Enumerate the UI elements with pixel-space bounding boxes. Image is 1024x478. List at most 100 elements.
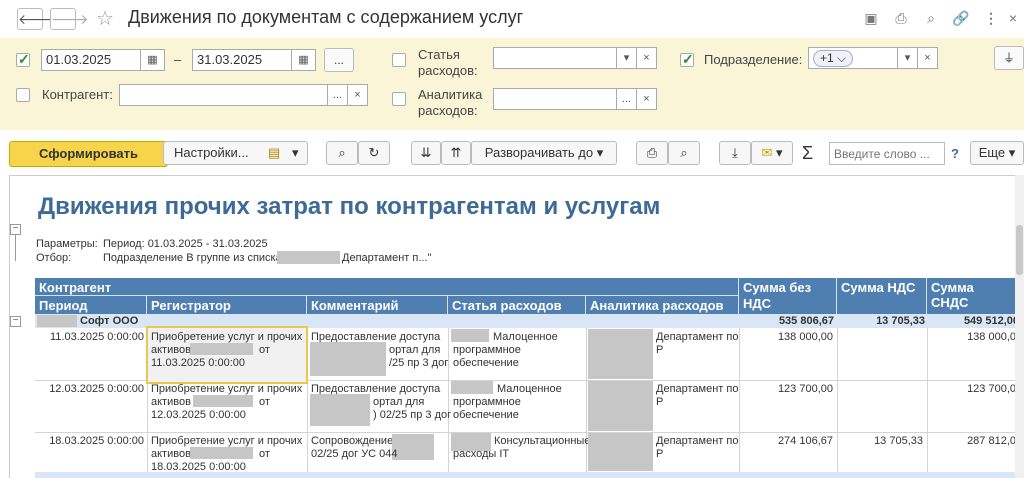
- row3-period: 18.03.2025 0:00:00: [49, 435, 144, 447]
- params-value: Период: 01.03.2025 - 31.03.2025: [103, 238, 268, 250]
- expense-analytics-clear-button[interactable]: ×: [637, 88, 657, 110]
- header-comment[interactable]: Комментарий: [307, 296, 448, 314]
- favorite-star-icon[interactable]: ☆: [96, 6, 114, 31]
- expense-analytics-label-2: расходов:: [418, 103, 478, 118]
- counterparty-input[interactable]: [119, 84, 328, 106]
- department-checkbox[interactable]: [680, 51, 694, 68]
- redacted-block: [190, 447, 253, 459]
- expand-to-label: Разворачивать до: [484, 145, 594, 160]
- row3-sum-vat: 13 705,33: [874, 435, 923, 447]
- header-expense-analytics[interactable]: Аналитика расходов: [586, 296, 739, 314]
- settings-button[interactable]: Настройки... ▤ ▾: [163, 141, 308, 165]
- row3-sum-with-vat: 287 812,0: [967, 435, 1016, 447]
- date-to-input[interactable]: 31.03.2025: [192, 49, 292, 71]
- header-expense-item[interactable]: Статья расходов: [448, 296, 586, 314]
- department-dropdown-icon[interactable]: ▾: [898, 47, 918, 69]
- grid-line: [448, 328, 449, 478]
- forward-button[interactable]: 🡒: [50, 8, 89, 30]
- link-icon[interactable]: 🔗: [952, 9, 970, 27]
- department-tag[interactable]: +1 ⌵: [813, 50, 854, 67]
- counterparty-select-button[interactable]: ...: [328, 84, 348, 106]
- redacted-block: [588, 381, 653, 431]
- preview-icon[interactable]: ⌕: [922, 9, 940, 27]
- row3-comment-line2: 02/25 дог УС 044: [311, 448, 398, 460]
- row2-sum-with-vat: 123 700,0: [967, 383, 1016, 395]
- expense-item-input[interactable]: [493, 47, 617, 69]
- settings-label: Настройки...: [174, 145, 249, 160]
- close-icon[interactable]: ×: [1004, 9, 1022, 27]
- row1-analytics-line2: Р: [656, 344, 664, 356]
- scrollbar-thumb[interactable]: [1016, 225, 1023, 275]
- sum-icon[interactable]: Σ: [802, 143, 813, 164]
- row1-item-line3: обеспечение: [453, 357, 519, 369]
- header-sum-with-vat[interactable]: Сумма СНДС: [927, 278, 1015, 314]
- row2-sum-no-vat: 123 700,00: [777, 383, 833, 395]
- header-registrar[interactable]: Регистратор: [147, 296, 307, 314]
- row1-comment-line3: /25 пр 3 дог: [389, 357, 449, 369]
- params-label: Параметры:: [36, 238, 98, 250]
- date-to-calendar-icon[interactable]: ▦: [292, 49, 316, 71]
- filter-value-prefix: Подразделение В группе из списка ": [103, 252, 289, 264]
- header-sum-vat[interactable]: Сумма НДС: [837, 278, 927, 314]
- more-menu-icon[interactable]: ⋮: [982, 9, 1000, 27]
- header-counterparty[interactable]: Контрагент: [35, 278, 739, 296]
- date-from-input[interactable]: 01.03.2025: [41, 49, 141, 71]
- row1-period: 11.03.2025 0:00:00: [50, 331, 144, 343]
- generate-button[interactable]: Сформировать: [9, 141, 168, 167]
- expense-item-checkbox[interactable]: [392, 53, 406, 67]
- department-label: Подразделение:: [704, 52, 803, 67]
- row2-analytics-line2: Р: [656, 396, 664, 408]
- group-sum-no-vat: 535 806,67: [778, 315, 834, 327]
- collapse-group-icon[interactable]: −: [10, 316, 21, 327]
- expense-analytics-select-button[interactable]: ...: [617, 88, 637, 110]
- header-period[interactable]: Период: [35, 296, 147, 314]
- row1-sum-with-vat: 138 000,0: [967, 331, 1016, 343]
- counterparty-clear-button[interactable]: ×: [348, 84, 368, 106]
- report-title: Движения прочих затрат по контрагентам и…: [38, 193, 661, 220]
- grid-line: [739, 328, 740, 478]
- expand-groups-icon[interactable]: ⇈: [441, 141, 471, 165]
- expense-item-clear-button[interactable]: ×: [637, 47, 657, 69]
- collapse-header-icon[interactable]: −: [10, 224, 21, 235]
- save-icon[interactable]: ▣: [862, 9, 880, 27]
- expand-to-button[interactable]: Разворачивать до ▾: [471, 141, 617, 165]
- expense-analytics-label-1: Аналитика: [418, 87, 483, 102]
- expense-analytics-checkbox[interactable]: [392, 92, 406, 106]
- expense-item-label-1: Статья: [418, 47, 460, 62]
- counterparty-checkbox: [16, 88, 30, 102]
- collapse-groups-icon[interactable]: ⇊: [411, 141, 441, 165]
- back-button[interactable]: 🡐: [17, 8, 56, 30]
- more-button[interactable]: Еще ▾: [970, 141, 1024, 165]
- header-sum-no-vat[interactable]: Сумма без НДС: [739, 278, 837, 314]
- redacted-block: [193, 395, 253, 407]
- tree-line: [15, 235, 16, 261]
- find-next-button[interactable]: ↻: [358, 141, 390, 165]
- print-icon[interactable]: ⎙: [892, 9, 910, 27]
- download-icon[interactable]: ⤓: [719, 141, 751, 165]
- row2-item-line3: обеспечение: [453, 409, 519, 421]
- row3-analytics-line2: Р: [656, 448, 664, 460]
- redacted-block: [190, 343, 253, 355]
- find-button[interactable]: ⌕: [326, 141, 358, 165]
- date-from-calendar-icon[interactable]: ▦: [141, 49, 165, 71]
- window-title: Движения по документам с содержанием усл…: [128, 7, 524, 27]
- vertical-scrollbar[interactable]: [1015, 175, 1024, 478]
- print-button[interactable]: ⎙: [636, 141, 668, 165]
- row1-registrar-from: от: [259, 344, 270, 356]
- expense-analytics-input[interactable]: [493, 88, 617, 110]
- period-checkbox[interactable]: [16, 51, 30, 68]
- email-button[interactable]: ✉ ▾: [751, 141, 793, 165]
- expense-item-dropdown-icon[interactable]: ▾: [617, 47, 637, 69]
- row3-item-line2: расходы IT: [453, 448, 510, 460]
- redacted-block: [310, 342, 386, 376]
- row2-sum-vat: [837, 381, 926, 385]
- period-select-button[interactable]: ...: [324, 48, 354, 72]
- help-icon[interactable]: ?: [951, 146, 959, 161]
- row2-registrar-line3: 12.03.2025 0:00:00: [151, 409, 246, 421]
- settings-variant-icon: ▤: [268, 145, 281, 160]
- department-tag-label: +1: [820, 51, 834, 65]
- search-input[interactable]: [829, 142, 945, 165]
- department-clear-button[interactable]: ×: [918, 47, 938, 69]
- filter-icon[interactable]: ⏚: [994, 46, 1024, 70]
- print-preview-button[interactable]: ⌕: [668, 141, 700, 165]
